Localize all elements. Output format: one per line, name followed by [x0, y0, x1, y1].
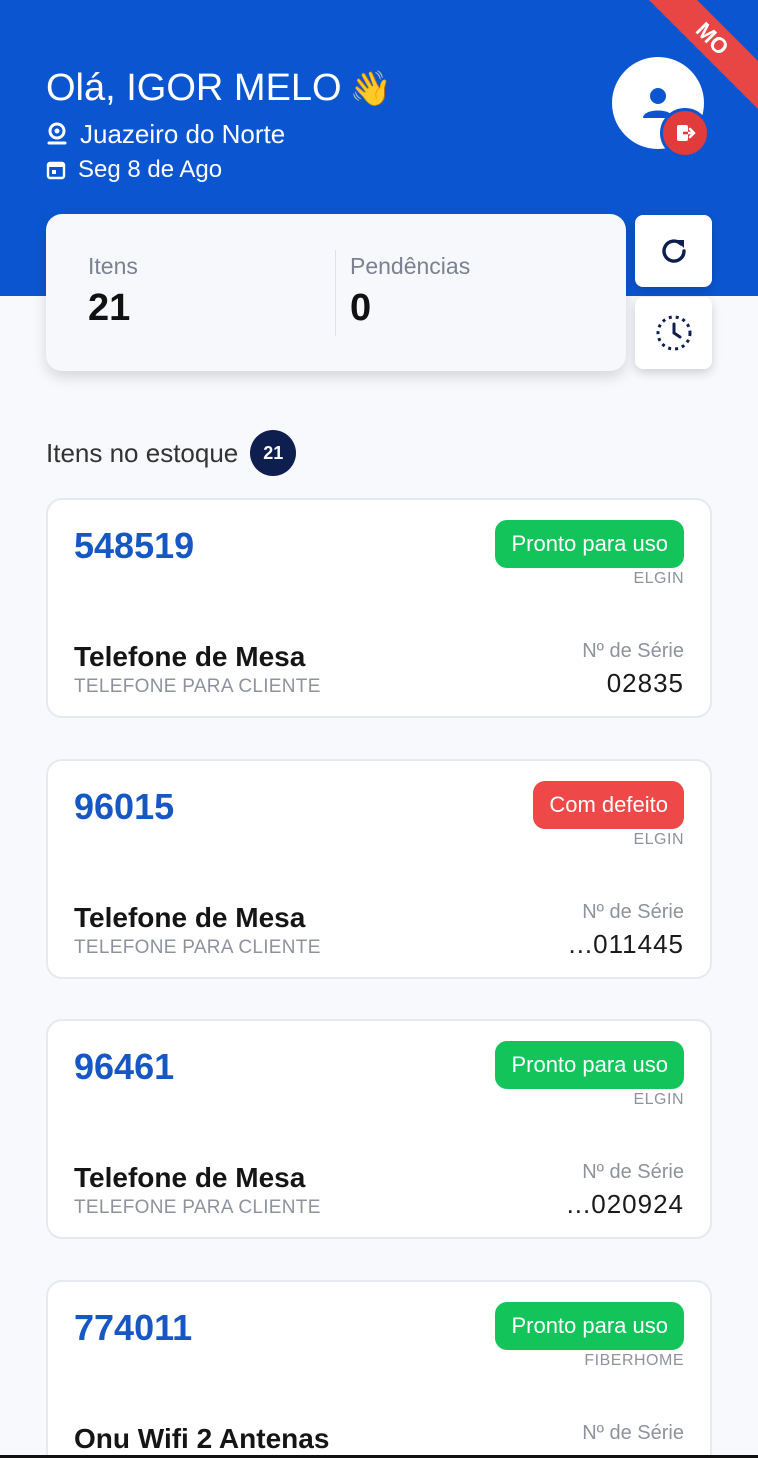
item-id: 774011 [74, 1307, 193, 1348]
item-card[interactable]: 548519 Pronto para uso ELGIN Telefone de… [46, 498, 712, 718]
refresh-icon [661, 239, 686, 263]
history-icon [656, 315, 691, 351]
status-badge: Pronto para uso [495, 1041, 684, 1089]
date-line: Seg 8 de Ago [46, 154, 222, 186]
pending-stat: Pendências 0 [350, 252, 470, 332]
item-name: Onu Wifi 2 Antenas [74, 1423, 330, 1454]
serial-number: ...020924 [566, 1189, 684, 1219]
location-pin-icon [47, 122, 67, 145]
item-type: TELEFONE PARA CLIENTE [74, 676, 321, 697]
logout-icon [677, 125, 696, 141]
status-badge: Com defeito [533, 781, 684, 829]
city-text: Juazeiro do Norte [80, 119, 286, 149]
item-name: Telefone de Mesa [74, 1162, 306, 1193]
item-id: 96461 [74, 1046, 175, 1087]
stats-card: Itens 21 Pendências 0 [46, 214, 626, 371]
item-card[interactable]: 96461 Pronto para uso ELGIN Telefone de … [46, 1019, 712, 1239]
greeting-text: Olá, IGOR MELO [46, 67, 342, 109]
serial-label: Nº de Série [582, 640, 684, 662]
status-badge: Pronto para uso [495, 520, 684, 568]
pending-stat-label: Pendências [350, 253, 471, 279]
count-badge: 21 [250, 430, 297, 476]
item-type: TELEFONE PARA CLIENTE [74, 937, 321, 958]
item-brand: FIBERHOME [584, 1352, 684, 1369]
items-stat: Itens 21 [88, 252, 138, 332]
item-brand: ELGIN [633, 570, 684, 587]
item-type: TELEFONE PARA CLIENTE [74, 1197, 321, 1218]
section-title-text: Itens no estoque [46, 437, 239, 468]
item-id: 548519 [74, 525, 195, 566]
greeting: Olá, IGOR MELO 👋 [46, 66, 392, 111]
serial-label: Nº de Série [582, 1422, 684, 1444]
item-card[interactable]: 774011 Pronto para uso FIBERHOME Onu Wif… [46, 1280, 712, 1458]
refresh-button[interactable] [635, 215, 712, 287]
wave-icon: 👋 [349, 70, 392, 108]
history-button[interactable] [635, 297, 712, 369]
item-name: Telefone de Mesa [74, 902, 306, 933]
items-stat-label: Itens [88, 253, 138, 279]
item-name: Telefone de Mesa [74, 641, 306, 672]
logout-button[interactable] [660, 108, 710, 158]
stats-divider [335, 250, 336, 336]
serial-number: 02835 [606, 668, 684, 698]
date-text: Seg 8 de Ago [78, 156, 223, 183]
items-stat-value: 21 [88, 287, 131, 329]
serial-label: Nº de Série [582, 901, 684, 923]
location-line: Juazeiro do Norte [46, 118, 285, 150]
item-card[interactable]: 96015 Com defeito ELGIN Telefone de Mesa… [46, 759, 712, 979]
serial-label: Nº de Série [582, 1161, 684, 1183]
item-brand: ELGIN [633, 1091, 684, 1108]
calendar-icon [46, 161, 66, 180]
pending-stat-value: 0 [350, 287, 372, 329]
item-id: 96015 [74, 786, 175, 827]
status-badge: Pronto para uso [495, 1302, 684, 1350]
item-brand: ELGIN [633, 831, 684, 848]
serial-number: ...011445 [568, 929, 684, 959]
stock-section-title: Itens no estoque 21 [46, 430, 297, 476]
